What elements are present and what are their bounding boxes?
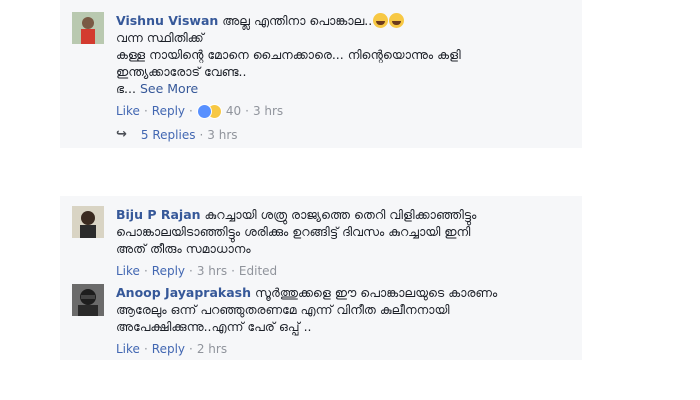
comment-text: പൊങ്കാലയിടാഞ്ഞിട്ടും ശരിക്കും ഉറങ്ങിട്ട്… <box>116 224 471 239</box>
comment-text: കുറച്ചായി ശത്രു രാജ്യത്തെ തെറി വിളിക്കാഞ… <box>204 207 477 222</box>
see-more-link[interactable]: See More <box>140 81 198 96</box>
like-button[interactable]: Like <box>116 104 140 118</box>
comment-author[interactable]: Vishnu Viswan <box>116 13 218 28</box>
separator-dot: · <box>189 264 193 278</box>
like-reaction-icon <box>196 103 212 119</box>
laughing-emoji-icon <box>389 13 405 28</box>
comment-text: സൂർത്തുക്കളെ ഈ പൊങ്കാലയുടെ കാരണം <box>254 285 498 300</box>
comment-text: ഭ... <box>116 81 136 96</box>
comment-text: ആരേലും ഒന്ന് പറഞ്ഞുതരണമേ എന്ന് വിനീത കുല… <box>116 302 450 317</box>
separator-dot: · <box>143 342 148 356</box>
avatar[interactable] <box>72 12 104 44</box>
separator-dot: · <box>189 104 193 118</box>
comment-text: അപേക്ഷിക്കുന്നു..എന്ന് പേര് ഒപ്പ് .. <box>116 319 312 334</box>
comment-text: അത് തീരും സമാധാനം <box>116 241 251 256</box>
reaction-count[interactable]: 40 <box>226 104 241 118</box>
like-button[interactable]: Like <box>116 264 140 278</box>
laughing-emoji-icon <box>373 13 389 28</box>
reply-button[interactable]: Reply <box>152 264 185 278</box>
avatar[interactable] <box>72 206 104 238</box>
comment-author[interactable]: Biju P Rajan <box>116 207 201 222</box>
separator-dot: · <box>189 342 193 356</box>
comment-actions: Like · Reply · 40 · 3 hrs <box>116 103 572 119</box>
timestamp[interactable]: 3 hrs <box>197 264 227 278</box>
reactions[interactable] <box>196 103 222 119</box>
comment-author[interactable]: Anoop Jayaprakash <box>116 285 251 300</box>
comment-text: ഇന്ത്യക്കാരോട് വേണ്ട.. <box>116 64 247 79</box>
view-replies[interactable]: ↪ 5 Replies · 3 hrs <box>116 127 238 142</box>
reply-button[interactable]: Reply <box>152 342 185 356</box>
reply-button[interactable]: Reply <box>152 104 185 118</box>
replies-count-link[interactable]: 5 Replies <box>141 128 196 142</box>
timestamp: 3 hrs <box>207 127 238 142</box>
separator-dot: · <box>199 127 204 142</box>
comment-text: കള്ള നായിന്റെ മോനെ ചൈനക്കാരെ... നിന്റെയൊ… <box>116 47 461 62</box>
like-button[interactable]: Like <box>116 342 140 356</box>
comment-text: അല്ല എന്തിനാ പൊങ്കാല.. <box>222 13 373 28</box>
separator-dot: · <box>231 264 235 278</box>
comment-card: Biju P Rajan കുറച്ചായി ശത്രു രാജ്യത്തെ ത… <box>60 196 582 360</box>
reply-arrow-icon: ↪ <box>116 127 127 142</box>
comment-actions: Like · Reply · 2 hrs <box>116 341 572 357</box>
comment-actions: Like · Reply · 3 hrs · Edited <box>116 263 572 279</box>
comment-text: വന്ന സ്ഥിതിക്ക് <box>116 30 204 45</box>
timestamp[interactable]: 3 hrs <box>253 104 283 118</box>
separator-dot: · <box>143 264 148 278</box>
edited-label[interactable]: Edited <box>239 264 277 278</box>
separator-dot: · <box>245 104 249 118</box>
comment-card: Vishnu Viswan അല്ല എന്തിനാ പൊങ്കാല.. വന്… <box>60 0 582 148</box>
separator-dot: · <box>143 104 148 118</box>
avatar[interactable] <box>72 284 104 316</box>
timestamp[interactable]: 2 hrs <box>197 342 227 356</box>
